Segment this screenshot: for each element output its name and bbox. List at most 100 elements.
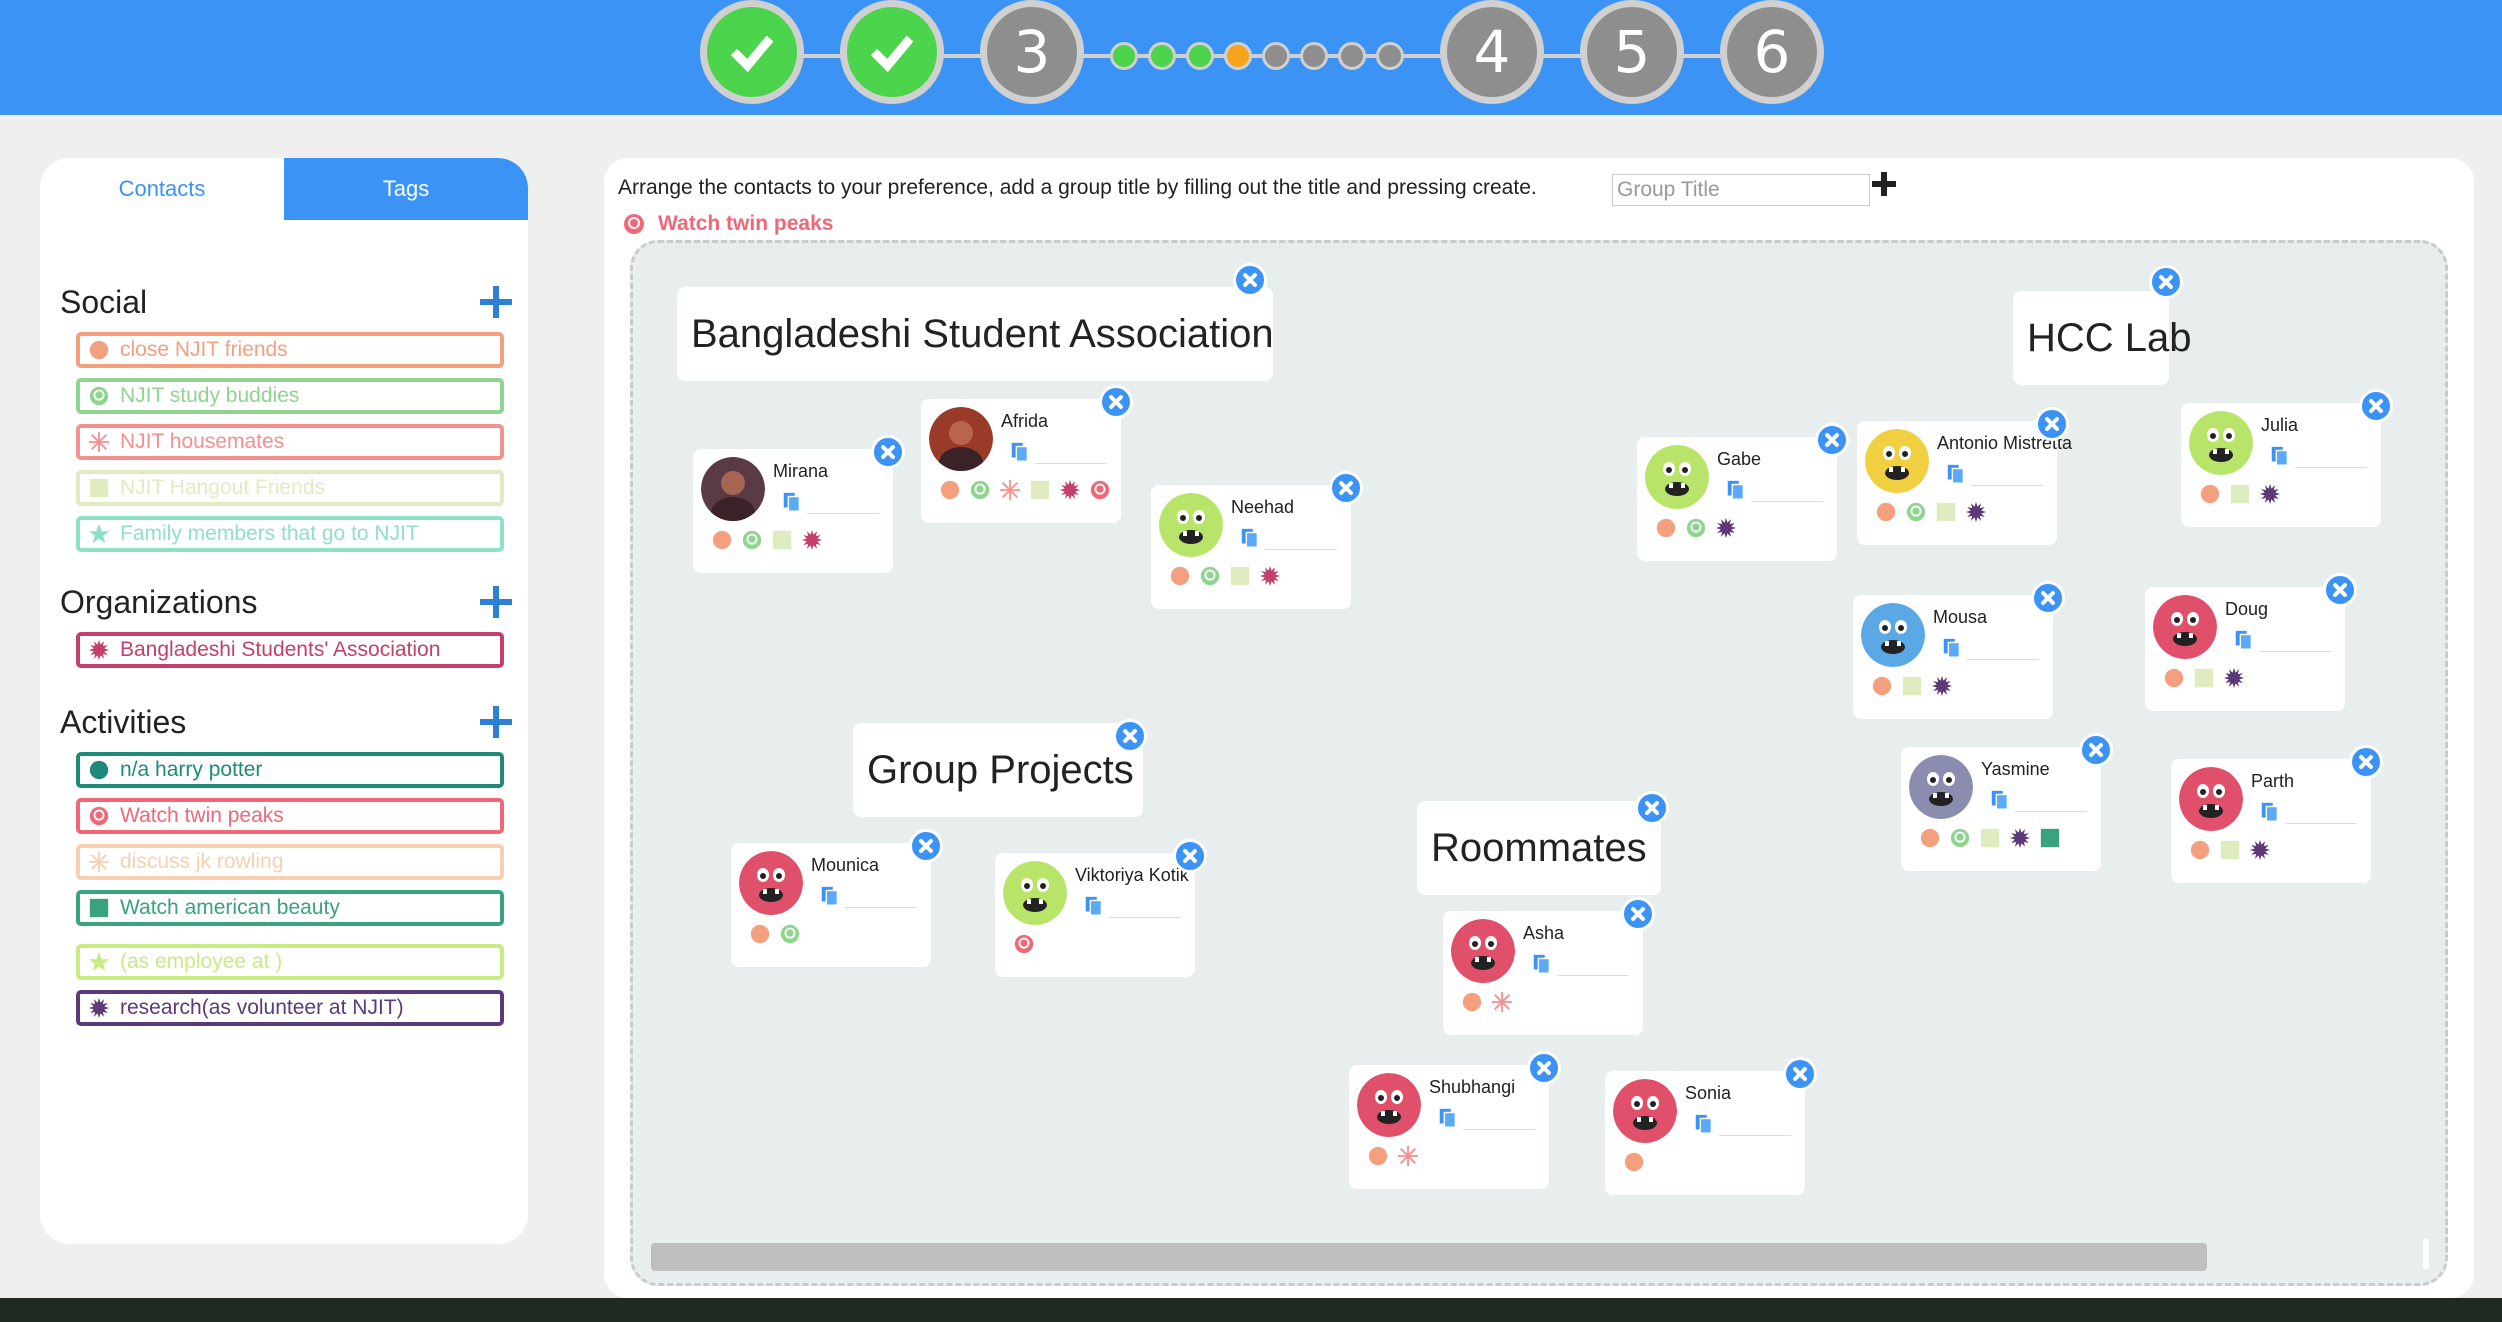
- divider: [1751, 501, 1823, 502]
- tag-item[interactable]: NJIT study buddies: [76, 378, 504, 414]
- contact-card[interactable]: Neehad: [1151, 471, 1363, 609]
- tag-item[interactable]: n/a harry potter: [76, 752, 504, 788]
- contact-card[interactable]: Antonio Mistretta: [1857, 407, 2072, 545]
- horizontal-scrollbar[interactable]: [651, 1243, 2207, 1271]
- circle-icon: [1919, 827, 1941, 849]
- documents-icon[interactable]: [1531, 953, 1553, 975]
- documents-icon[interactable]: [1989, 789, 2011, 811]
- tag-item[interactable]: close NJIT friends: [76, 332, 504, 368]
- avatar: [1357, 1073, 1421, 1137]
- tag-item[interactable]: NJIT housemates: [76, 424, 504, 460]
- tag-item[interactable]: research(as volunteer at NJIT): [76, 990, 504, 1026]
- documents-icon[interactable]: [1941, 637, 1963, 659]
- remove-contact-button[interactable]: [1173, 839, 1207, 873]
- spiky-icon: [1715, 517, 1737, 539]
- step-5[interactable]: 5: [1580, 0, 1684, 104]
- remove-contact-button[interactable]: [1329, 471, 1363, 505]
- documents-icon[interactable]: [1239, 527, 1261, 549]
- contact-card[interactable]: Doug: [2145, 573, 2357, 711]
- substep-dot: [1148, 42, 1176, 70]
- remove-contact-button[interactable]: [2349, 745, 2383, 779]
- documents-icon[interactable]: [1693, 1113, 1715, 1135]
- group-title-input[interactable]: [1612, 174, 1870, 206]
- remove-contact-button[interactable]: [1527, 1051, 1561, 1085]
- circle-icon: [2163, 667, 2185, 689]
- contact-card[interactable]: Viktoriya Kotik: [995, 839, 1207, 977]
- documents-icon[interactable]: [1725, 479, 1747, 501]
- avatar: [1451, 919, 1515, 983]
- tag-item[interactable]: (as employee at ): [76, 944, 504, 980]
- add-social-tag-button[interactable]: [480, 286, 512, 318]
- remove-group-button[interactable]: [1113, 719, 1147, 753]
- step-2-complete[interactable]: [840, 0, 944, 104]
- tab-tags[interactable]: Tags: [284, 158, 528, 220]
- documents-icon[interactable]: [1437, 1107, 1459, 1129]
- ring-icon: [1199, 565, 1221, 587]
- contact-tags: [1461, 991, 1513, 1013]
- remove-contact-button[interactable]: [1621, 897, 1655, 931]
- tag-label: Watch american beauty: [120, 896, 340, 919]
- contact-card[interactable]: Parth: [2171, 745, 2383, 883]
- tag-item[interactable]: Bangladeshi Students' Association: [76, 632, 504, 668]
- tag-item[interactable]: NJIT Hangout Friends: [76, 470, 504, 506]
- group-title[interactable]: Roommates: [1417, 801, 1661, 895]
- contact-card[interactable]: Mirana: [693, 435, 905, 573]
- step-4[interactable]: 4: [1440, 0, 1544, 104]
- remove-contact-button[interactable]: [1783, 1057, 1817, 1091]
- contact-card[interactable]: Asha: [1443, 897, 1655, 1035]
- contact-card[interactable]: Sonia: [1605, 1057, 1817, 1195]
- square-icon: [1229, 565, 1251, 587]
- contact-card[interactable]: Mousa: [1853, 581, 2065, 719]
- remove-group-button[interactable]: [1635, 791, 1669, 825]
- contact-name: Viktoriya Kotik: [1075, 865, 1189, 885]
- documents-icon[interactable]: [819, 885, 841, 907]
- remove-contact-button[interactable]: [2031, 581, 2065, 615]
- remove-contact-button[interactable]: [1815, 423, 1849, 457]
- group-title[interactable]: Group Projects: [853, 723, 1143, 817]
- tab-contacts[interactable]: Contacts: [40, 158, 284, 220]
- remove-contact-button[interactable]: [1099, 385, 1133, 419]
- documents-icon[interactable]: [1009, 441, 1031, 463]
- documents-icon[interactable]: [2269, 445, 2291, 467]
- contact-card[interactable]: Gabe: [1637, 423, 1849, 561]
- documents-icon[interactable]: [1083, 895, 1105, 917]
- burst-icon: [1491, 991, 1513, 1013]
- remove-contact-button[interactable]: [871, 435, 905, 469]
- group-title[interactable]: HCC Lab: [2013, 291, 2192, 385]
- contact-card[interactable]: Yasmine: [1901, 733, 2113, 871]
- group-title[interactable]: Bangladeshi Student Association: [677, 287, 1274, 381]
- documents-icon[interactable]: [781, 491, 803, 513]
- remove-contact-button[interactable]: [2035, 407, 2069, 441]
- remove-group-button[interactable]: [1233, 263, 1267, 297]
- tag-item[interactable]: Watch american beauty: [76, 890, 504, 926]
- circle-icon: [1623, 1151, 1645, 1173]
- step-1-complete[interactable]: [700, 0, 804, 104]
- remove-group-button[interactable]: [2149, 265, 2183, 299]
- contact-card[interactable]: Mounica: [731, 829, 943, 967]
- remove-contact-button[interactable]: [2359, 389, 2393, 423]
- add-organization-tag-button[interactable]: [480, 586, 512, 618]
- section-title: Organizations: [60, 583, 258, 620]
- add-activity-tag-button[interactable]: [480, 706, 512, 738]
- contact-card[interactable]: Afrida: [921, 385, 1133, 523]
- tag-item[interactable]: Family members that go to NJIT: [76, 516, 504, 552]
- contacts-canvas[interactable]: Bangladeshi Student Association HCC Lab Gr…: [630, 240, 2448, 1286]
- tag-item[interactable]: discuss jk rowling: [76, 844, 504, 880]
- ring-icon: [1013, 933, 1035, 955]
- create-group-button[interactable]: [1872, 172, 1896, 196]
- step-6[interactable]: 6: [1720, 0, 1824, 104]
- vertical-scrollbar[interactable]: [2423, 1239, 2429, 1269]
- contact-card[interactable]: Julia: [2181, 389, 2393, 527]
- documents-icon[interactable]: [1945, 463, 1967, 485]
- documents-icon[interactable]: [2259, 801, 2281, 823]
- contact-tags: [1875, 501, 1987, 523]
- documents-icon[interactable]: [2233, 629, 2255, 651]
- avatar: [1645, 445, 1709, 509]
- contact-card[interactable]: Shubhangi: [1349, 1051, 1561, 1189]
- step-3-current[interactable]: 3: [980, 0, 1084, 104]
- remove-contact-button[interactable]: [2079, 733, 2113, 767]
- remove-contact-button[interactable]: [2323, 573, 2357, 607]
- remove-contact-button[interactable]: [909, 829, 943, 863]
- tag-item[interactable]: Watch twin peaks: [76, 798, 504, 834]
- circle-icon: [711, 529, 733, 551]
